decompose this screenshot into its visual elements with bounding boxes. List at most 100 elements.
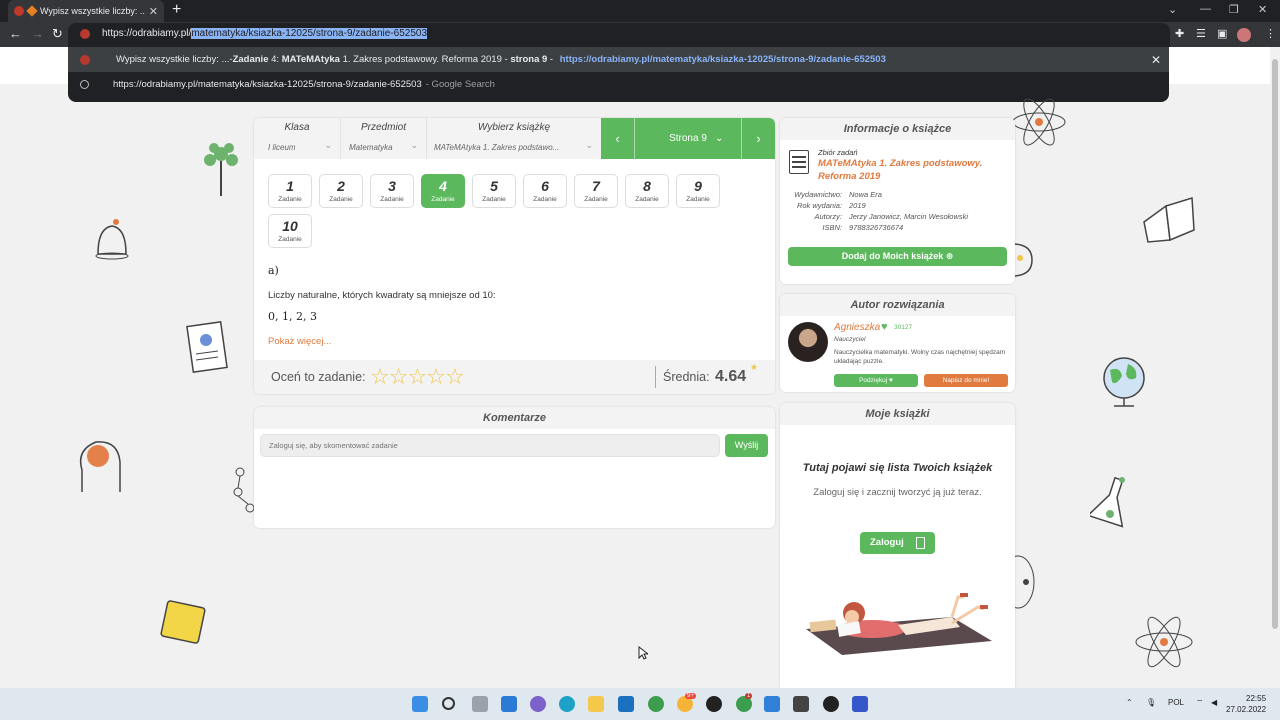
remove-suggestion-icon[interactable]: ✕ bbox=[1151, 53, 1161, 67]
language-indicator[interactable]: POL bbox=[1168, 698, 1184, 707]
url-text[interactable]: https://odrabiamy.pl/matematyka/ksiazka-… bbox=[102, 28, 428, 39]
chevron-down-icon: ⌄ bbox=[410, 140, 418, 150]
task-button-4[interactable]: 4 Zadanie bbox=[421, 174, 465, 208]
page-pager: ‹ Strona 9 ⌄ › bbox=[601, 118, 775, 159]
prev-page-button[interactable]: ‹ bbox=[601, 118, 635, 159]
plus-circle-icon: ⊕ bbox=[945, 251, 954, 261]
task-sub-label: Zadanie bbox=[329, 196, 353, 203]
edge-icon[interactable] bbox=[559, 696, 575, 712]
star-icon[interactable]: ☆ bbox=[426, 364, 446, 389]
task-sub-label: Zadanie bbox=[380, 196, 404, 203]
average-value: 4.64 bbox=[715, 368, 747, 385]
compass-doodle-icon bbox=[1012, 243, 1033, 277]
task-button-6[interactable]: 6 Zadanie bbox=[523, 174, 567, 208]
mail-icon[interactable] bbox=[618, 696, 634, 712]
terminal-icon[interactable] bbox=[793, 696, 809, 712]
task-sub-label: Zadanie bbox=[686, 196, 710, 203]
star-icon[interactable]: ☆ bbox=[370, 364, 390, 389]
browser-tab[interactable]: Wypisz wszystkie liczby: ...- Z ✕ bbox=[8, 0, 164, 22]
task-button-8[interactable]: 8 Zadanie bbox=[625, 174, 669, 208]
comment-input[interactable] bbox=[260, 434, 720, 457]
profile-avatar[interactable] bbox=[1237, 28, 1251, 42]
star-icon[interactable]: ☆ bbox=[389, 364, 409, 389]
task-sub-label: Zadanie bbox=[278, 196, 302, 203]
publisher-value: Nowa Era bbox=[849, 190, 882, 199]
task-number: 6 bbox=[541, 178, 549, 194]
isbn-key: ISBN: bbox=[822, 223, 842, 232]
minimize-icon[interactable]: — bbox=[1200, 3, 1211, 15]
author-name[interactable]: Agnieszka bbox=[834, 322, 880, 333]
search-icon bbox=[80, 80, 89, 89]
task-sub-label: Zadanie bbox=[635, 196, 659, 203]
menu-icon[interactable]: ⋮ bbox=[1265, 27, 1276, 40]
task-number: 10 bbox=[282, 218, 298, 234]
volume-icon[interactable]: ◀ bbox=[1211, 698, 1217, 707]
task-button-7[interactable]: 7 Zadanie bbox=[574, 174, 618, 208]
show-more-link[interactable]: Pokaż więcej... bbox=[268, 336, 331, 347]
close-window-icon[interactable]: ✕ bbox=[1258, 3, 1267, 16]
solution-math: 0, 1, 2, 3 bbox=[268, 310, 317, 323]
tab-search-icon[interactable]: ⌄ bbox=[1168, 3, 1177, 16]
extensions-icon[interactable]: ✚ bbox=[1175, 27, 1184, 40]
book-select[interactable]: Wybierz książkę MATeMAtyka 1. Zakres pod… bbox=[427, 118, 601, 159]
clock[interactable]: 22:55 27.02.2022 bbox=[1226, 693, 1266, 715]
scrollbar-thumb[interactable] bbox=[1272, 59, 1278, 629]
app-icon[interactable] bbox=[852, 696, 868, 712]
atom-partial-doodle-icon bbox=[1012, 555, 1035, 609]
close-tab-icon[interactable]: ✕ bbox=[149, 5, 158, 18]
globe-doodle-icon bbox=[1103, 357, 1145, 407]
klasa-select[interactable]: Klasa I liceum ⌄ bbox=[254, 118, 341, 159]
bell-doodle-icon bbox=[95, 219, 129, 260]
app-icon[interactable] bbox=[706, 696, 722, 712]
tray-overflow-icon[interactable]: ⌃ bbox=[1126, 698, 1133, 707]
my-books-heading: Tutaj pojawi się lista Twoich książek bbox=[802, 462, 993, 474]
login-button[interactable]: Zaloguj bbox=[860, 532, 935, 554]
mic-icon[interactable]: 🎙 bbox=[1146, 698, 1156, 707]
suggestion-bold-2: MATeMAtyka bbox=[281, 54, 340, 65]
obs-icon[interactable] bbox=[823, 696, 839, 712]
wifi-icon[interactable]: ⌔ bbox=[1196, 698, 1204, 708]
restore-icon[interactable]: ❐ bbox=[1229, 3, 1239, 16]
chat-icon[interactable] bbox=[530, 696, 546, 712]
book-info-card: Informacje o książce Zbiór zadań MATeMAt… bbox=[780, 118, 1015, 284]
star-icon[interactable]: ☆ bbox=[407, 364, 427, 389]
new-tab-icon[interactable]: + bbox=[172, 1, 181, 19]
chrome-icon[interactable] bbox=[648, 696, 664, 712]
star-icon[interactable]: ☆ bbox=[445, 364, 465, 389]
back-icon[interactable]: ← bbox=[9, 26, 22, 41]
atom-doodle-icon bbox=[1012, 98, 1066, 146]
side-panel-icon[interactable]: ▣ bbox=[1217, 27, 1227, 40]
add-to-my-books-button[interactable]: Dodaj do Moich książek ⊕ bbox=[788, 247, 1007, 266]
year-key: Rok wydania: bbox=[796, 201, 842, 210]
page-select[interactable]: Strona 9 bbox=[635, 118, 741, 159]
start-icon[interactable] bbox=[412, 696, 428, 712]
next-page-button[interactable]: › bbox=[741, 118, 775, 159]
reload-icon[interactable]: ↻ bbox=[52, 26, 63, 42]
thank-author-button[interactable]: Podziękuj ♥ bbox=[834, 374, 918, 387]
star-rating[interactable]: ☆☆☆☆☆ bbox=[370, 364, 465, 390]
suggestion-history[interactable]: Wypisz wszystkie liczby: ...- Zadanie 4:… bbox=[68, 47, 1169, 72]
search-icon[interactable] bbox=[442, 697, 455, 710]
task-button-10[interactable]: 10 Zadanie bbox=[268, 214, 312, 248]
task-button-1[interactable]: 1 Zadanie bbox=[268, 174, 312, 208]
forward-icon[interactable]: → bbox=[31, 26, 44, 41]
address-bar[interactable]: https://odrabiamy.pl/matematyka/ksiazka-… bbox=[68, 23, 1170, 47]
vscode-icon[interactable] bbox=[764, 696, 780, 712]
task-button-3[interactable]: 3 Zadanie bbox=[370, 174, 414, 208]
reading-list-icon[interactable]: ☰ bbox=[1196, 27, 1206, 40]
page-scrollbar[interactable] bbox=[1270, 47, 1280, 688]
book-title[interactable]: MATeMAtyka 1. Zakres podstawowy. Reforma… bbox=[818, 157, 1008, 183]
write-author-button[interactable]: Napisz do mnie! bbox=[924, 374, 1008, 387]
task-button-9[interactable]: 9 Zadanie bbox=[676, 174, 720, 208]
task-view-icon[interactable] bbox=[472, 696, 488, 712]
file-explorer-icon[interactable] bbox=[588, 696, 604, 712]
suggestion-search[interactable]: https://odrabiamy.pl/matematyka/ksiazka-… bbox=[68, 72, 1169, 97]
task-button-2[interactable]: 2 Zadanie bbox=[319, 174, 363, 208]
przedmiot-select[interactable]: Przedmiot Matematyka ⌄ bbox=[341, 118, 427, 159]
task-button-5[interactable]: 5 Zadanie bbox=[472, 174, 516, 208]
send-comment-button[interactable]: Wyślij bbox=[725, 434, 768, 457]
site-favicon bbox=[14, 6, 24, 16]
my-books-subtitle: Zaloguj się i zacznij tworzyć ją już ter… bbox=[813, 487, 982, 498]
solution-text: Liczby naturalne, których kwadraty są mn… bbox=[268, 290, 496, 301]
widgets-icon[interactable] bbox=[501, 696, 517, 712]
